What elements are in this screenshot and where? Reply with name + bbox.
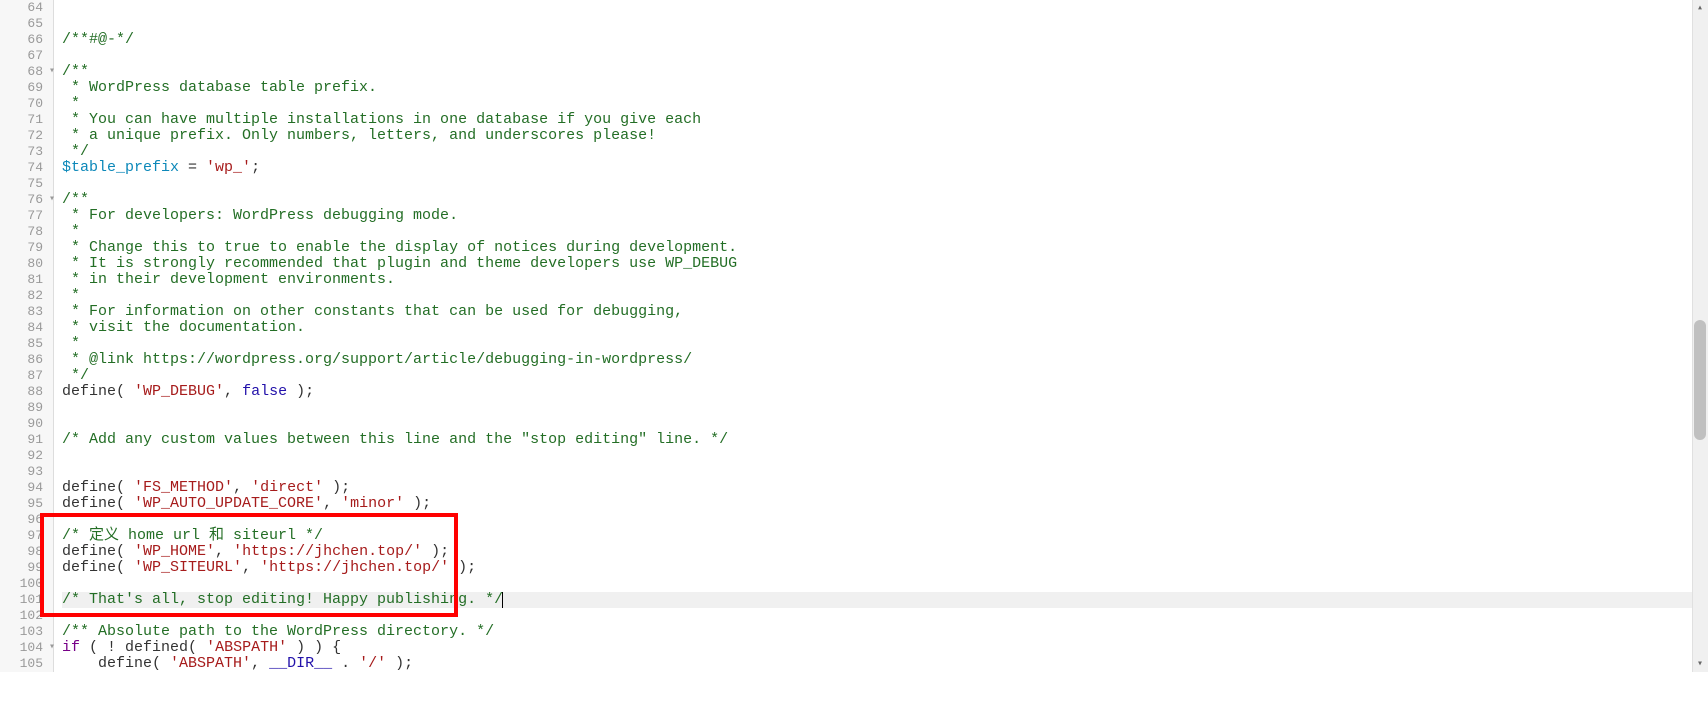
line-number: 101: [0, 592, 53, 608]
code-line[interactable]: /**#@-*/: [62, 32, 1708, 48]
code-line[interactable]: [62, 16, 1708, 32]
scrollbar-thumb[interactable]: [1694, 320, 1706, 440]
code-line[interactable]: *: [62, 288, 1708, 304]
line-number-gutter: 6465666768697071727374757677787980818283…: [0, 0, 54, 672]
code-line[interactable]: [62, 0, 1708, 16]
code-line[interactable]: [62, 608, 1708, 624]
code-line[interactable]: $table_prefix = 'wp_';: [62, 160, 1708, 176]
code-line[interactable]: */: [62, 368, 1708, 384]
line-number: 78: [0, 224, 53, 240]
code-line[interactable]: * Change this to true to enable the disp…: [62, 240, 1708, 256]
line-number: 92: [0, 448, 53, 464]
line-number: 96: [0, 512, 53, 528]
code-line[interactable]: if ( ! defined( 'ABSPATH' ) ) {: [62, 640, 1708, 656]
line-number: 68: [0, 64, 53, 80]
line-number: 67: [0, 48, 53, 64]
code-line[interactable]: [62, 176, 1708, 192]
line-number: 88: [0, 384, 53, 400]
line-number: 99: [0, 560, 53, 576]
line-number: 73: [0, 144, 53, 160]
code-line[interactable]: [62, 512, 1708, 528]
code-line[interactable]: define( 'ABSPATH', __DIR__ . '/' );: [62, 656, 1708, 672]
code-line[interactable]: * WordPress database table prefix.: [62, 80, 1708, 96]
code-line[interactable]: define( 'WP_HOME', 'https://jhchen.top/'…: [62, 544, 1708, 560]
code-content-area[interactable]: /**#@-*/ /** * WordPress database table …: [54, 0, 1708, 672]
code-line-active[interactable]: /* That's all, stop editing! Happy publi…: [62, 592, 1708, 608]
line-number: 95: [0, 496, 53, 512]
line-number: 64: [0, 0, 53, 16]
code-line[interactable]: /* 定义 home url 和 siteurl */: [62, 528, 1708, 544]
line-number: 77: [0, 208, 53, 224]
line-number: 79: [0, 240, 53, 256]
code-line[interactable]: [62, 576, 1708, 592]
line-number: 100: [0, 576, 53, 592]
code-line[interactable]: * a unique prefix. Only numbers, letters…: [62, 128, 1708, 144]
code-line[interactable]: *: [62, 96, 1708, 112]
line-number: 98: [0, 544, 53, 560]
code-line[interactable]: [62, 448, 1708, 464]
code-line[interactable]: *: [62, 224, 1708, 240]
line-number: 76: [0, 192, 53, 208]
line-number: 105: [0, 656, 53, 672]
code-line[interactable]: *: [62, 336, 1708, 352]
line-number: 82: [0, 288, 53, 304]
line-number: 81: [0, 272, 53, 288]
line-number: 83: [0, 304, 53, 320]
line-number: 90: [0, 416, 53, 432]
line-number: 74: [0, 160, 53, 176]
line-number: 97: [0, 528, 53, 544]
code-line[interactable]: * For developers: WordPress debugging mo…: [62, 208, 1708, 224]
text-cursor: [502, 592, 503, 608]
line-number: 85: [0, 336, 53, 352]
line-number: 80: [0, 256, 53, 272]
line-number: 93: [0, 464, 53, 480]
line-number: 89: [0, 400, 53, 416]
code-line[interactable]: * visit the documentation.: [62, 320, 1708, 336]
code-editor[interactable]: 6465666768697071727374757677787980818283…: [0, 0, 1708, 672]
scroll-down-arrow-icon[interactable]: ▾: [1692, 656, 1708, 672]
code-line[interactable]: /* Add any custom values between this li…: [62, 432, 1708, 448]
code-line[interactable]: * You can have multiple installations in…: [62, 112, 1708, 128]
line-number: 65: [0, 16, 53, 32]
line-number: 69: [0, 80, 53, 96]
code-line[interactable]: * It is strongly recommended that plugin…: [62, 256, 1708, 272]
line-number: 72: [0, 128, 53, 144]
line-number: 102: [0, 608, 53, 624]
code-line[interactable]: /**: [62, 192, 1708, 208]
vertical-scrollbar[interactable]: ▴ ▾: [1692, 0, 1708, 672]
code-line[interactable]: [62, 464, 1708, 480]
line-number: 86: [0, 352, 53, 368]
code-line[interactable]: define( 'WP_SITEURL', 'https://jhchen.to…: [62, 560, 1708, 576]
code-line[interactable]: [62, 416, 1708, 432]
code-line[interactable]: define( 'WP_AUTO_UPDATE_CORE', 'minor' )…: [62, 496, 1708, 512]
line-number: 70: [0, 96, 53, 112]
code-line[interactable]: * @link https://wordpress.org/support/ar…: [62, 352, 1708, 368]
line-number: 103: [0, 624, 53, 640]
code-line[interactable]: [62, 400, 1708, 416]
line-number: 87: [0, 368, 53, 384]
code-line[interactable]: * For information on other constants tha…: [62, 304, 1708, 320]
code-line[interactable]: */: [62, 144, 1708, 160]
code-line[interactable]: define( 'FS_METHOD', 'direct' );: [62, 480, 1708, 496]
code-line[interactable]: /** Absolute path to the WordPress direc…: [62, 624, 1708, 640]
code-line[interactable]: [62, 48, 1708, 64]
line-number: 84: [0, 320, 53, 336]
code-line[interactable]: define( 'WP_DEBUG', false );: [62, 384, 1708, 400]
code-line[interactable]: * in their development environments.: [62, 272, 1708, 288]
line-number: 66: [0, 32, 53, 48]
scroll-up-arrow-icon[interactable]: ▴: [1692, 0, 1708, 16]
line-number: 91: [0, 432, 53, 448]
line-number: 71: [0, 112, 53, 128]
line-number: 75: [0, 176, 53, 192]
line-number: 94: [0, 480, 53, 496]
line-number: 104: [0, 640, 53, 656]
code-line[interactable]: /**: [62, 64, 1708, 80]
